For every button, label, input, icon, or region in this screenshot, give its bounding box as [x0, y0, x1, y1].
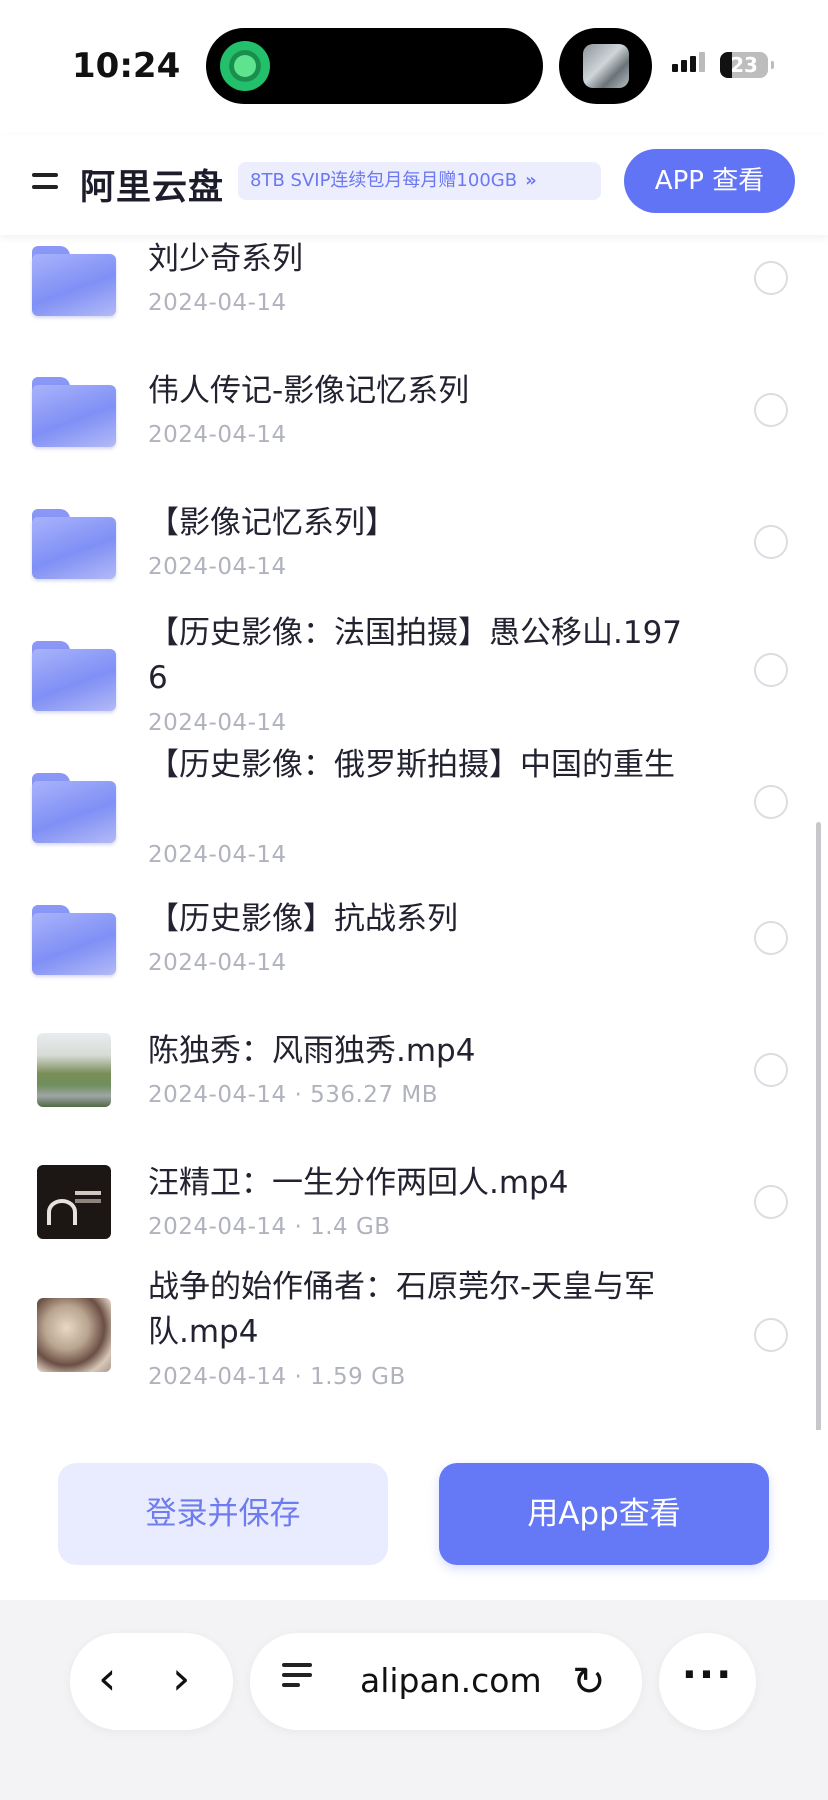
- app-view-button[interactable]: APP 查看: [624, 149, 795, 213]
- file-title: 伟人传记-影像记忆系列: [148, 373, 470, 409]
- list-item[interactable]: 【影像记忆系列】 2024-04-14: [0, 499, 828, 627]
- now-playing-island: [559, 28, 652, 104]
- tabs-icon[interactable]: [282, 1663, 312, 1699]
- file-meta: 2024-04-14: [148, 422, 287, 448]
- file-title: 战争的始作俑者：石原莞尔-天皇与军队.mp4: [148, 1269, 656, 1350]
- select-radio[interactable]: [754, 393, 788, 427]
- battery-icon: 23: [720, 52, 774, 78]
- list-item[interactable]: 陈独秀：风雨独秀.mp4 2024-04-14 · 536.27 MB: [0, 1027, 828, 1155]
- select-radio[interactable]: [754, 785, 788, 819]
- status-bar: 10:24 23: [0, 0, 828, 135]
- open-app-button[interactable]: 用App查看: [439, 1463, 769, 1565]
- file-title: 【历史影像：法国拍摄】愚公移山.1976: [148, 615, 683, 696]
- file-title: 刘少奇系列: [148, 241, 303, 277]
- file-title: 陈独秀：风雨独秀.mp4: [148, 1033, 476, 1069]
- file-title: 【历史影像】抗战系列: [148, 901, 458, 937]
- menu-icon[interactable]: [32, 173, 58, 195]
- file-meta: 2024-04-14: [148, 710, 287, 736]
- signal-icon: [672, 52, 708, 72]
- list-item[interactable]: 【历史影像：法国拍摄】愚公移山.1976 2024-04-14: [0, 611, 828, 743]
- file-meta: 2024-04-14: [148, 842, 287, 868]
- dynamic-island: [206, 28, 543, 104]
- nav-controls: ‹ ›: [70, 1633, 233, 1730]
- file-title: 【历史影像：俄罗斯拍摄】中国的重生: [148, 747, 675, 783]
- file-meta: 2024-04-14 · 1.4 GB: [148, 1214, 391, 1240]
- island-app-icon: [220, 41, 270, 91]
- forward-icon[interactable]: ›: [172, 1653, 190, 1703]
- promo-banner[interactable]: 8TB SVIP连续包月每月赠100GB »: [238, 162, 601, 200]
- file-meta: 2024-04-14 · 536.27 MB: [148, 1082, 439, 1108]
- folder-icon: [32, 377, 116, 447]
- video-thumbnail: [37, 1165, 111, 1239]
- file-meta: 2024-04-14 · 1.59 GB: [148, 1364, 406, 1390]
- back-icon[interactable]: ‹: [98, 1653, 116, 1703]
- url-text: alipan.com: [360, 1661, 542, 1700]
- scrollbar[interactable]: [816, 822, 821, 1442]
- brand-title: 阿里云盘: [80, 168, 225, 208]
- select-radio[interactable]: [754, 261, 788, 295]
- folder-icon: [32, 773, 116, 843]
- promo-text: 8TB SVIP连续包月每月赠100GB: [250, 170, 518, 191]
- app-header: 阿里云盘 8TB SVIP连续包月每月赠100GB » APP 查看: [0, 135, 828, 235]
- status-time: 10:24: [72, 46, 181, 86]
- folder-icon: [32, 509, 116, 579]
- select-radio[interactable]: [754, 1318, 788, 1352]
- list-item[interactable]: 【历史影像：俄罗斯拍摄】中国的重生 2024-04-14: [0, 743, 828, 875]
- file-meta: 2024-04-14: [148, 554, 287, 580]
- more-icon[interactable]: ···: [659, 1633, 756, 1730]
- file-meta: 2024-04-14: [148, 290, 287, 316]
- select-radio[interactable]: [754, 1053, 788, 1087]
- file-title: 【影像记忆系列】: [148, 505, 396, 541]
- video-thumbnail: [37, 1033, 111, 1107]
- reload-icon[interactable]: ↻: [572, 1659, 606, 1705]
- action-bar: 登录并保存 用App查看: [0, 1430, 828, 1600]
- album-art-icon: [583, 44, 629, 88]
- browser-toolbar: ‹ › alipan.com ↻ ···: [0, 1600, 828, 1800]
- list-item[interactable]: 伟人传记-影像记忆系列 2024-04-14: [0, 367, 828, 495]
- folder-icon: [32, 246, 116, 316]
- folder-icon: [32, 905, 116, 975]
- select-radio[interactable]: [754, 1185, 788, 1219]
- login-save-button[interactable]: 登录并保存: [58, 1463, 388, 1565]
- address-bar[interactable]: alipan.com ↻: [250, 1633, 642, 1730]
- select-radio[interactable]: [754, 653, 788, 687]
- select-radio[interactable]: [754, 525, 788, 559]
- list-item[interactable]: 【历史影像】抗战系列 2024-04-14: [0, 895, 828, 1023]
- double-chevron-icon: »: [525, 170, 537, 191]
- list-item[interactable]: 刘少奇系列 2024-04-14: [0, 235, 828, 363]
- file-meta: 2024-04-14: [148, 950, 287, 976]
- list-item[interactable]: 战争的始作俑者：石原莞尔-天皇与军队.mp4 2024-04-14 · 1.59…: [0, 1265, 828, 1415]
- video-thumbnail: [37, 1298, 111, 1372]
- folder-icon: [32, 641, 116, 711]
- file-title: 汪精卫：一生分作两回人.mp4: [148, 1165, 569, 1201]
- file-list: 刘少奇系列 2024-04-14 伟人传记-影像记忆系列 2024-04-14 …: [0, 235, 828, 1430]
- select-radio[interactable]: [754, 921, 788, 955]
